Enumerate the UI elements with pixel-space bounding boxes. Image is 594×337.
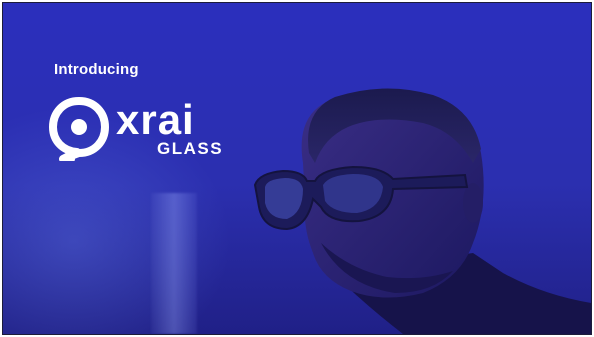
brand-wordmark: xrai bbox=[116, 96, 195, 143]
intro-text: Introducing bbox=[54, 61, 139, 78]
person-wearing-glasses-image bbox=[253, 88, 591, 334]
xrai-speech-bubble-logo-icon bbox=[49, 97, 109, 161]
brand-wordmark-sub: GLASS bbox=[157, 139, 224, 158]
hero-slide: Introducing xrai GLASS bbox=[2, 2, 592, 335]
